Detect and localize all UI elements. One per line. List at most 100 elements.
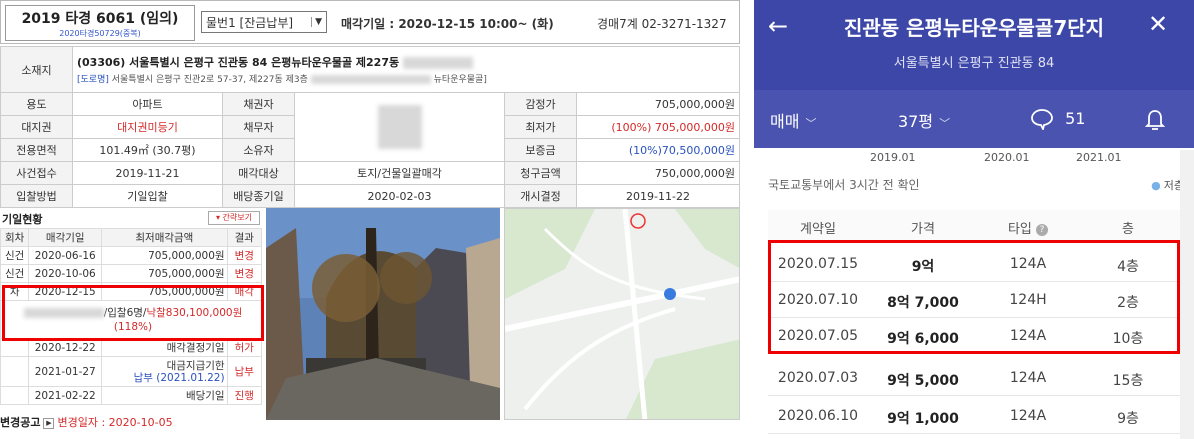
history-date: 2021-02-22 <box>28 386 103 405</box>
help-icon[interactable]: ? <box>1036 223 1049 236</box>
info-value: 2020-02-03 <box>294 184 505 208</box>
location-map[interactable] <box>504 208 740 420</box>
trade-row[interactable]: 2020.06.10 9억 1,000 124A 9층 <box>768 398 1192 434</box>
history-amount: 705,000,000원 <box>101 264 228 283</box>
trade-price: 9억 5,000 <box>887 373 959 389</box>
info-label: 전용면적 <box>0 138 73 162</box>
history-amount: 705,000,000원 <box>101 246 228 265</box>
history-date: 2020-06-16 <box>28 246 103 265</box>
col-header-floor: 층 <box>1122 222 1134 237</box>
change-notice: 변경공고 ▶ 변경일자 : 2020-10-05 <box>0 414 740 432</box>
redacted-block <box>377 105 422 149</box>
timeline-year: 2020.01 <box>984 151 1030 164</box>
history-round: 신건 <box>0 264 30 283</box>
address-zip: (03306) <box>77 56 126 69</box>
info-label: 채권자 <box>222 92 295 116</box>
deal-type-dropdown[interactable]: 매매 ﹀ <box>770 108 816 132</box>
bell-icon[interactable] <box>1144 108 1166 136</box>
address-road-tail: 뉴타운우물골] <box>433 75 487 85</box>
auction-panel: 2019 타경 6061 (임의) 2020타경50729(중복) 물번1 [잔… <box>0 0 740 439</box>
table-row: 신건 2020-06-16 705,000,000원 변경 <box>0 246 263 265</box>
timeline-year: 2021.01 <box>1076 151 1122 164</box>
address-road: 서울특별시 은평구 진관2로 57-37, 제227동 제3층 <box>111 75 308 85</box>
col-header-type-label: 타입 <box>1007 222 1032 237</box>
info-label: 청구금액 <box>504 161 577 185</box>
info-value: 101.49㎡ (30.7평) <box>72 138 223 162</box>
item-select[interactable]: 물번1 [잔금납부] ▼ <box>201 11 327 33</box>
legend-dot-icon: ● <box>1151 179 1161 192</box>
col-header-price: 가격 <box>911 222 935 237</box>
chevron-down-icon: ﹀ <box>805 117 817 130</box>
history-col-header: 매각기일 <box>28 228 103 247</box>
app-header: ← 진관동 은평뉴타운우물골7단지 서울특별시 은평구 진관동 84 ✕ <box>754 0 1194 90</box>
timeline-axis: 2019.01 2020.01 2021.01 <box>754 150 1194 166</box>
court-info: 경매7계 02-3271-1327 <box>597 17 727 31</box>
trade-type: 124A <box>1009 408 1047 424</box>
chevron-down-icon: ﹀ <box>939 117 951 130</box>
history-col-header: 최저매각금액 <box>101 228 228 247</box>
history-result: 변경 <box>226 246 263 265</box>
info-value: (100%) 705,000,000원 <box>576 115 740 139</box>
item-select-value: 물번1 [잔금납부] <box>206 15 294 30</box>
trade-table-header: 계약일 가격 타입 ? 층 <box>768 210 1192 242</box>
trade-floor: 9층 <box>1117 411 1139 427</box>
info-value: 대지권미등기 <box>72 115 223 139</box>
history-result: 허가 <box>226 338 263 357</box>
col-header-date: 계약일 <box>800 222 836 237</box>
comments-button[interactable]: 51 <box>1030 108 1086 132</box>
sale-date: 매각기일 : 2020-12-15 10:00~ (화) <box>341 17 554 31</box>
info-label: 개시결정 <box>504 184 577 208</box>
road-address-tag[interactable]: [도로명] <box>77 75 109 85</box>
data-source-text: 국토교통부에서 3시간 전 확인 <box>768 178 920 192</box>
brief-view-button[interactable]: ▾ 간략보기 <box>208 211 260 225</box>
chevron-down-icon: ▼ <box>311 17 322 27</box>
history-desc-paid: 납부 (2021.01.22) <box>133 371 225 384</box>
info-label: 대지권 <box>0 115 73 139</box>
apartment-address: 서울특별시 은평구 진관동 84 <box>893 56 1055 71</box>
info-label: 매각대상 <box>222 161 295 185</box>
auction-header: 2019 타경 6061 (임의) 2020타경50729(중복) 물번1 [잔… <box>0 0 740 44</box>
property-photo[interactable] <box>266 208 500 420</box>
trade-row[interactable]: 2020.07.03 9억 5,000 124A 15층 <box>768 360 1192 396</box>
comments-count: 51 <box>1065 108 1086 128</box>
info-value: 아파트 <box>72 92 223 116</box>
size-label: 37평 <box>898 112 934 131</box>
info-label: 채무자 <box>222 115 295 139</box>
info-label: 사건접수 <box>0 161 73 185</box>
notice-title: 변경공고 <box>0 416 41 429</box>
trade-date: 2020.07.03 <box>777 370 859 386</box>
redacted-block <box>310 75 431 84</box>
info-label: 입찰방법 <box>0 184 73 208</box>
history-desc: 대금지급기한 <box>166 359 225 372</box>
redacted-parties <box>294 92 505 162</box>
info-value: 토지/건물일괄매각 <box>294 161 505 185</box>
address-main: 서울특별시 은평구 진관동 84 은평뉴타운우물골 제227동 <box>129 56 400 69</box>
history-result: 납부 <box>226 356 263 387</box>
location-label: 소재지 <box>0 46 73 93</box>
info-label: 최저가 <box>504 115 577 139</box>
table-row: 신건 2020-10-06 705,000,000원 변경 <box>0 264 263 283</box>
trade-floor: 15층 <box>1112 373 1144 389</box>
redacted-block <box>402 57 473 69</box>
map-image <box>505 209 739 419</box>
info-value: 750,000,000원 <box>576 161 740 185</box>
apartment-title: 진관동 은평뉴타운우물골7단지 <box>843 16 1105 40</box>
real-price-panel: ← 진관동 은평뉴타운우물골7단지 서울특별시 은평구 진관동 84 ✕ 매매 ﹀… <box>754 0 1194 439</box>
expand-icon[interactable]: ▶ <box>43 417 55 429</box>
info-label: 감정가 <box>504 92 577 116</box>
close-icon[interactable]: ✕ <box>1148 10 1168 38</box>
map-marker-icon <box>664 288 676 300</box>
notice-text: 변경일자 : 2020-10-05 <box>57 416 173 429</box>
size-dropdown[interactable]: 37평 ﹀ <box>898 108 950 132</box>
info-label: 용도 <box>0 92 73 116</box>
col-header-type: 타입 ? <box>978 218 1078 237</box>
info-label: 배당종기일 <box>222 184 295 208</box>
case-title: 2019 타경 6061 (임의) <box>21 11 179 27</box>
trade-type: 124A <box>1009 370 1047 386</box>
property-photo-image <box>266 208 500 420</box>
scrollbar[interactable] <box>1180 150 1194 439</box>
history-result: 진행 <box>226 386 263 405</box>
history-col-header: 회차 <box>0 228 30 247</box>
case-sub-number[interactable]: 2020타경50729(중복) <box>6 28 194 39</box>
property-info-table: 소재지 (03306) 서울특별시 은평구 진관동 84 은평뉴타운우물골 제2… <box>0 46 740 208</box>
